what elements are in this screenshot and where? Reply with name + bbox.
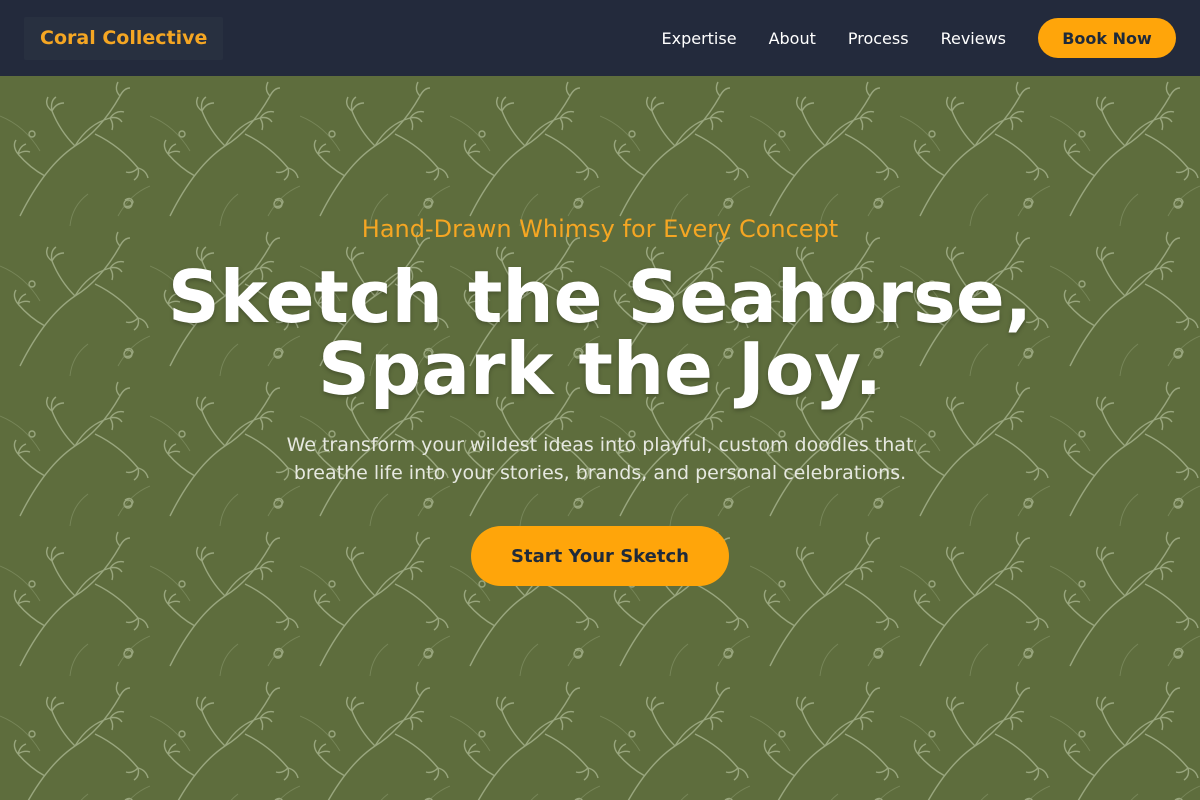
headline-line-2: Spark the Joy. (318, 327, 882, 411)
book-now-button[interactable]: Book Now (1038, 18, 1176, 58)
main-nav: Expertise About Process Reviews Book Now (662, 18, 1176, 58)
description-line-2: breathe life into your stories, brands, … (293, 462, 907, 484)
hero-description: We transform your wildest ideas into pla… (250, 431, 950, 487)
nav-link-process[interactable]: Process (848, 29, 909, 48)
nav-link-reviews[interactable]: Reviews (941, 29, 1006, 48)
hero-headline: Sketch the Seahorse, Spark the Joy. (0, 261, 1200, 405)
site-header: Coral Collective Expertise About Process… (0, 0, 1200, 76)
hero-tagline: Hand-Drawn Whimsy for Every Concept (361, 215, 839, 243)
nav-link-expertise[interactable]: Expertise (662, 29, 737, 48)
brand-logo: Coral Collective (40, 27, 208, 49)
logo-link[interactable]: Coral Collective (24, 16, 224, 60)
hero-section: Hand-Drawn Whimsy for Every Concept Sket… (0, 76, 1200, 800)
start-sketch-button[interactable]: Start Your Sketch (471, 526, 729, 586)
nav-link-about[interactable]: About (769, 29, 816, 48)
description-line-1: We transform your wildest ideas into pla… (286, 434, 914, 456)
